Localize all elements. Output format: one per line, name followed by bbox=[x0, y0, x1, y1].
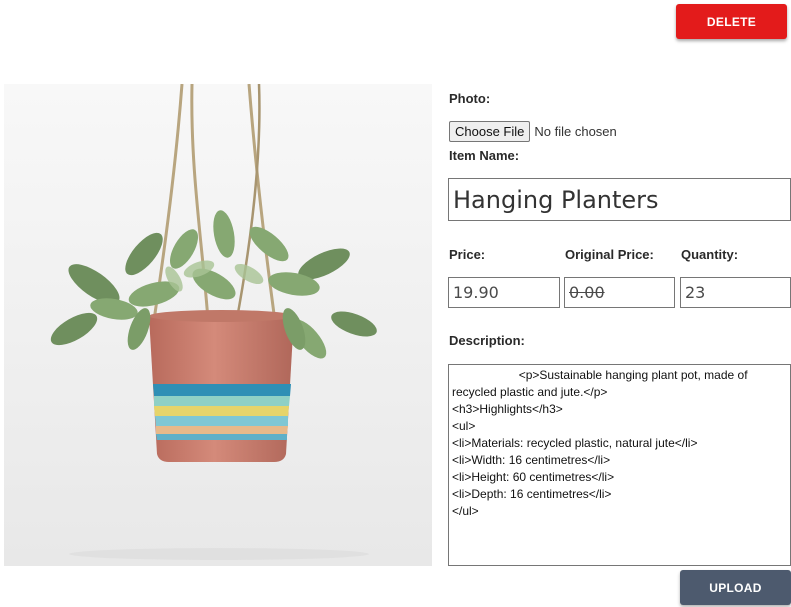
choose-file-button[interactable]: Choose File bbox=[449, 120, 531, 142]
delete-button[interactable]: DELETE bbox=[676, 4, 787, 39]
upload-button[interactable]: UPLOAD bbox=[680, 570, 791, 605]
photo-label: Photo: bbox=[449, 91, 491, 106]
price-input[interactable]: 19.90 bbox=[448, 277, 560, 308]
price-label: Price: bbox=[449, 247, 486, 262]
original-price-label: Original Price: bbox=[565, 247, 654, 262]
description-label: Description: bbox=[449, 333, 525, 348]
original-price-input[interactable]: 0.00 bbox=[564, 277, 675, 308]
item-name-input[interactable]: Hanging Planters bbox=[448, 178, 791, 221]
item-name-label: Item Name: bbox=[449, 148, 520, 163]
file-status-text: No file chosen bbox=[534, 123, 617, 139]
quantity-label: Quantity: bbox=[681, 247, 739, 262]
edit-item-page: DELETE Photo: Choose File No file chosen… bbox=[0, 0, 791, 607]
product-photo bbox=[4, 84, 432, 566]
description-textarea[interactable]: <p>Sustainable hanging plant pot, made o… bbox=[448, 364, 791, 566]
quantity-input[interactable]: 23 bbox=[680, 277, 791, 308]
hanging-planter-image bbox=[4, 84, 432, 566]
file-picker[interactable]: Choose File No file chosen bbox=[449, 120, 617, 142]
